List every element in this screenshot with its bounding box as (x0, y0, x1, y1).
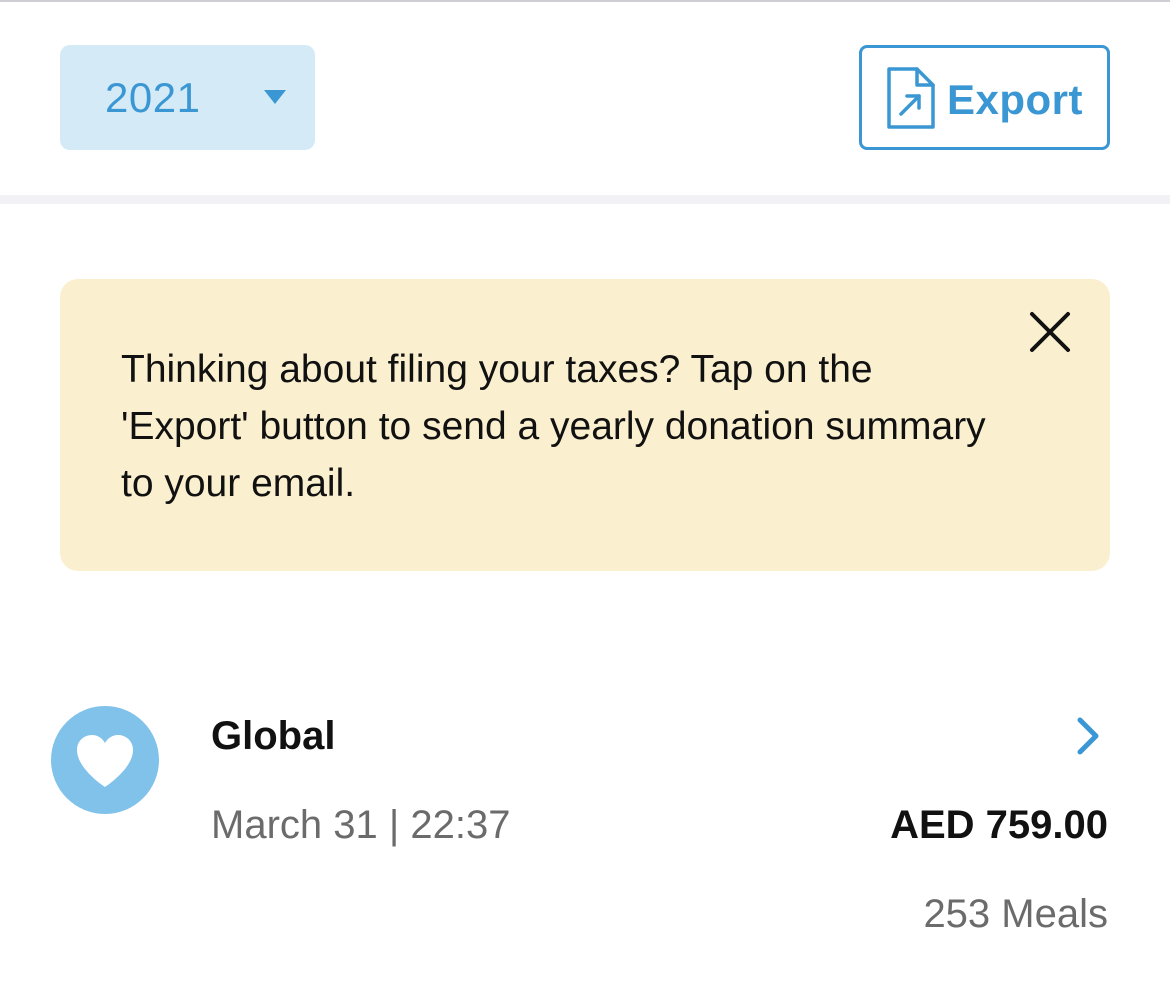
chevron-right-icon[interactable] (1074, 716, 1102, 756)
tax-tip-text: Thinking about filing your taxes? Tap on… (121, 348, 986, 505)
tax-tip-banner: Thinking about filing your taxes? Tap on… (60, 279, 1110, 571)
donation-meals: 253 Meals (923, 892, 1108, 936)
donation-amount: AED 759.00 (890, 803, 1108, 847)
year-dropdown-value: 2021 (105, 74, 201, 121)
export-file-icon (887, 67, 935, 129)
close-icon[interactable] (1028, 310, 1072, 354)
year-dropdown[interactable]: 2021 (60, 45, 315, 150)
section-divider (0, 195, 1170, 204)
export-button[interactable]: Export (859, 45, 1110, 150)
cause-avatar (51, 706, 159, 814)
header-bar: 2021 Export (0, 2, 1170, 195)
donation-cause: Global (211, 714, 336, 758)
heart-icon (77, 735, 133, 787)
caret-down-icon (264, 90, 286, 104)
donation-list-item[interactable]: Global March 31 | 22:37 AED 759.00 253 M… (0, 690, 1170, 960)
donation-datetime: March 31 | 22:37 (211, 803, 511, 847)
export-button-label: Export (947, 76, 1084, 123)
